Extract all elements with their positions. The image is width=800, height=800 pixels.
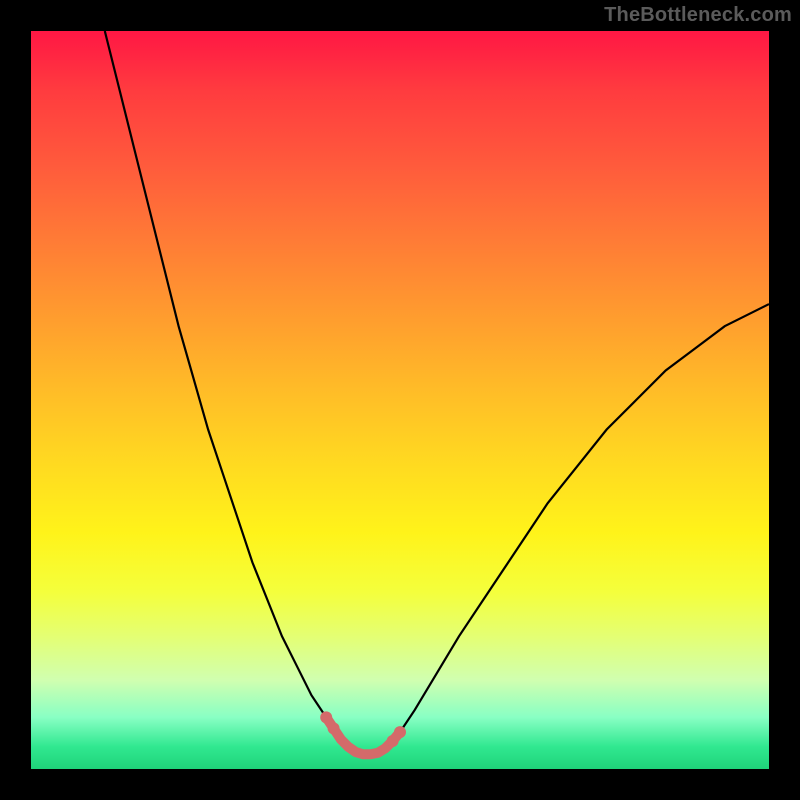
bottleneck-curve-highlight: [326, 717, 400, 754]
watermark-text: TheBottleneck.com: [604, 4, 792, 27]
highlight-dot: [394, 726, 406, 738]
plot-area: [31, 31, 769, 769]
highlight-dot: [320, 711, 332, 723]
bottleneck-curve-highlight-dots: [320, 711, 406, 747]
highlight-dot: [328, 722, 340, 734]
chart-frame: TheBottleneck.com: [0, 0, 800, 800]
bottleneck-curve: [105, 31, 769, 754]
curve-layer: [31, 31, 769, 769]
